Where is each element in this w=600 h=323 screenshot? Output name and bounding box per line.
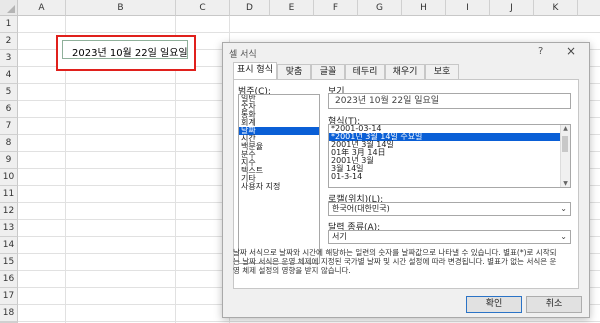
gridline [18, 32, 600, 33]
row-header-5[interactable]: 5 [0, 84, 18, 101]
column-header-i[interactable]: I [446, 0, 490, 16]
row-header-6[interactable]: 6 [0, 101, 18, 118]
chevron-down-icon: ⌄ [560, 232, 567, 241]
tab-font[interactable]: 글꼴 [311, 64, 345, 80]
select-all-triangle-icon [7, 5, 15, 13]
format-type-list[interactable]: *2001-03-14 *2001년 3월 14일 수요일 2001년 3월 1… [328, 124, 571, 188]
category-list[interactable]: 일반 숫자 통화 회계 날짜 시간 백분율 분수 지수 텍스트 기타 사용자 지… [238, 94, 320, 264]
row-header-15[interactable]: 15 [0, 254, 18, 271]
format-item[interactable]: 2001년 3월 [329, 157, 570, 165]
column-header-e[interactable]: E [270, 0, 314, 16]
tab-border[interactable]: 테두리 [345, 64, 385, 80]
column-header-overflow [578, 0, 600, 16]
format-list-scrollbar[interactable]: ▲ ▼ [560, 125, 570, 187]
locale-dropdown[interactable]: 한국어(대한민국) ⌄ [328, 202, 571, 216]
help-icon[interactable]: ? [538, 46, 543, 57]
row-header-10[interactable]: 10 [0, 169, 18, 186]
tab-fill[interactable]: 채우기 [385, 64, 425, 80]
row-header-11[interactable]: 11 [0, 186, 18, 203]
tab-protection[interactable]: 보호 [425, 64, 459, 80]
category-item[interactable]: 사용자 지정 [239, 183, 319, 191]
column-header-f[interactable]: F [314, 0, 358, 16]
row-header-3[interactable]: 3 [0, 50, 18, 67]
row-header-18[interactable]: 18 [0, 305, 18, 322]
close-icon[interactable]: × [566, 44, 576, 58]
column-header-a[interactable]: A [18, 0, 66, 16]
row-header-16[interactable]: 16 [0, 271, 18, 288]
dialog-title: 셀 서식 [229, 50, 257, 60]
format-cells-dialog: 셀 서식 ? × 표시 형식 맞춤 글꼴 테두리 채우기 보호 범주(C): 일… [222, 42, 590, 318]
column-header-k[interactable]: K [534, 0, 578, 16]
row-header-1[interactable]: 1 [0, 16, 18, 33]
format-item[interactable]: 3월 14일 [329, 165, 570, 173]
row-header-2[interactable]: 2 [0, 33, 18, 50]
calendar-value: 서기 [332, 232, 347, 241]
scroll-down-icon[interactable]: ▼ [561, 180, 570, 187]
row-header-14[interactable]: 14 [0, 237, 18, 254]
row-header-17[interactable]: 17 [0, 288, 18, 305]
column-header-h[interactable]: H [402, 0, 446, 16]
gridline [18, 321, 600, 322]
select-all-corner[interactable] [0, 0, 18, 16]
column-header-c[interactable]: C [176, 0, 230, 16]
row-header-9[interactable]: 9 [0, 152, 18, 169]
format-item[interactable]: 01-3-14 [329, 173, 570, 181]
row-header-8[interactable]: 8 [0, 135, 18, 152]
row-header-12[interactable]: 12 [0, 203, 18, 220]
ok-button[interactable]: 확인 [466, 296, 522, 313]
tab-number[interactable]: 표시 형식 [233, 62, 277, 80]
column-header-b[interactable]: B [66, 0, 176, 16]
scroll-thumb[interactable] [562, 136, 568, 152]
cancel-button[interactable]: 취소 [526, 296, 582, 313]
column-header-d[interactable]: D [230, 0, 270, 16]
row-header-4[interactable]: 4 [0, 67, 18, 84]
chevron-down-icon: ⌄ [560, 204, 567, 213]
calendar-type-dropdown[interactable]: 서기 ⌄ [328, 230, 571, 244]
sample-preview: 2023년 10월 22일 일요일 [328, 93, 571, 109]
locale-value: 한국어(대한민국) [332, 204, 390, 213]
column-header-j[interactable]: J [490, 0, 534, 16]
format-description: 날짜 서식으로 날짜와 시간에 해당하는 일련의 숫자를 날짜값으로 나타낼 수… [233, 248, 557, 275]
row-header-13[interactable]: 13 [0, 220, 18, 237]
cell-b3-value: 2023년 10월 22일 일요일 [72, 48, 188, 59]
scroll-up-icon[interactable]: ▲ [561, 125, 570, 132]
tab-alignment[interactable]: 맞춤 [277, 64, 311, 80]
column-header-g[interactable]: G [358, 0, 402, 16]
row-header-7[interactable]: 7 [0, 118, 18, 135]
